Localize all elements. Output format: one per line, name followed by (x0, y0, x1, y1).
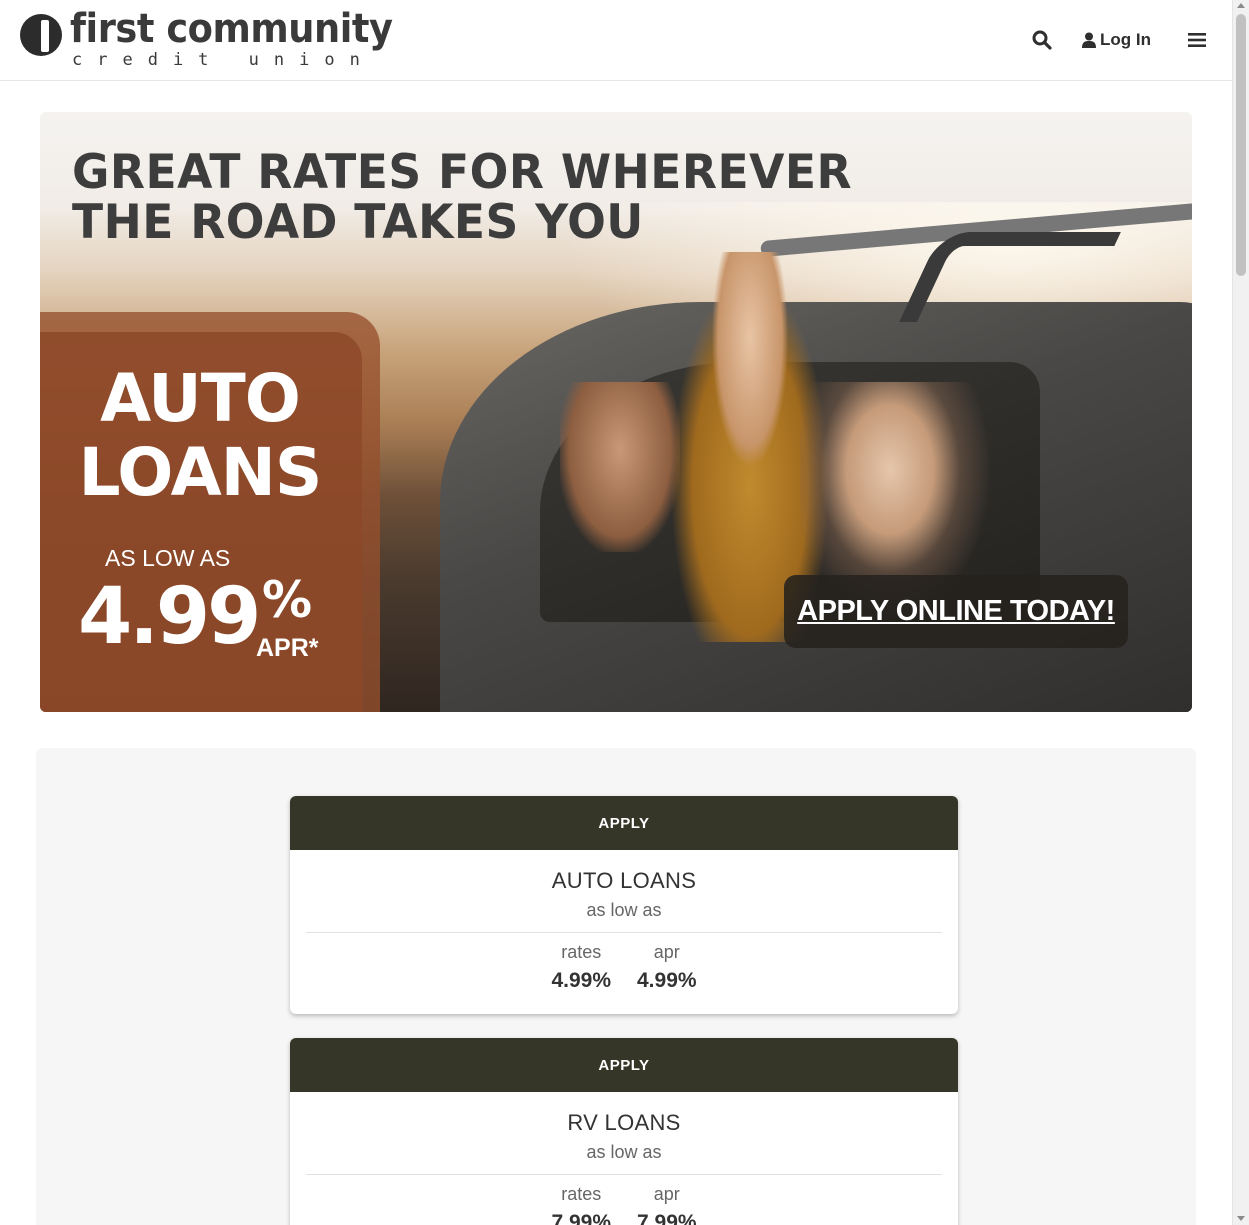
apr-column: apr 7.99% (637, 1184, 697, 1225)
rate-card-subtitle: as low as (586, 1142, 662, 1162)
login-button[interactable]: Log In (1082, 26, 1151, 54)
promo-title-line2: LOANS (78, 434, 323, 511)
search-button[interactable] (1032, 26, 1056, 54)
page-scrollbar[interactable] (1232, 0, 1249, 1225)
rate-card-divider (306, 932, 942, 933)
hero-headline-line1: GREAT RATES FOR WHEREVER (72, 145, 853, 200)
scroll-up-arrow-icon[interactable] (1237, 3, 1245, 8)
rate-card-values: rates 7.99% apr 7.99% (290, 1184, 958, 1225)
apply-button-label: APPLY (598, 814, 650, 832)
apr-label: apr (653, 942, 680, 962)
page: first community credit union Log In GREA… (0, 0, 1249, 1225)
hamburger-menu-icon (1188, 33, 1206, 47)
menu-button[interactable] (1188, 26, 1210, 54)
rate-card-title: RV LOANS (567, 1110, 681, 1135)
promo-title: AUTO LOANS (40, 362, 360, 510)
user-icon (1082, 32, 1096, 48)
scrollbar-thumb[interactable] (1236, 14, 1246, 276)
rate-card-values: rates 4.99% apr 4.99% (290, 942, 958, 993)
scroll-down-arrow-icon[interactable] (1237, 1216, 1245, 1221)
rate-card-divider (306, 1174, 942, 1175)
rates-column: rates 4.99% (551, 942, 611, 993)
apply-online-label: APPLY ONLINE TODAY! (797, 595, 1115, 627)
apply-button-rv-loans[interactable]: APPLY (290, 1038, 958, 1092)
search-icon (1032, 30, 1052, 50)
apr-value: 4.99% (637, 969, 697, 992)
hero-headline: GREAT RATES FOR WHEREVER THE ROAD TAKES … (72, 148, 852, 248)
promo-percent-sign: % (262, 571, 313, 629)
login-label: Log In (1100, 30, 1151, 49)
rate-card-title: AUTO LOANS (551, 868, 697, 893)
logo-name: first community (70, 6, 393, 52)
logo-mark-icon (20, 14, 62, 56)
promo-rate-value: 4.99 (78, 572, 261, 662)
apr-label: apr (653, 1184, 680, 1204)
rate-card-rv-loans: APPLY RV LOANS as low as rates 7.99% apr… (290, 1038, 958, 1225)
rates-label: rates (561, 942, 602, 962)
hero-headline-line2: THE ROAD TAKES YOU (72, 195, 644, 250)
promo-apr-label: APR* (256, 634, 319, 662)
rates-label: rates (561, 1184, 602, 1204)
rate-card-auto-loans: APPLY AUTO LOANS as low as rates 4.99% a… (290, 796, 958, 1014)
rates-value: 4.99% (551, 969, 611, 992)
apr-column: apr 4.99% (637, 942, 697, 993)
apr-value: 7.99% (637, 1211, 697, 1225)
rates-column: rates 7.99% (551, 1184, 611, 1225)
apply-online-button[interactable]: APPLY ONLINE TODAY! (784, 575, 1128, 648)
apply-button-auto-loans[interactable]: APPLY (290, 796, 958, 850)
promo-as-low-as: AS LOW AS (105, 545, 231, 571)
promo-title-line1: AUTO (100, 360, 301, 437)
rates-value: 7.99% (551, 1211, 611, 1225)
rates-section: APPLY AUTO LOANS as low as rates 4.99% a… (36, 748, 1196, 1225)
rate-card-subtitle: as low as (586, 900, 662, 920)
site-header: first community credit union Log In (0, 0, 1232, 81)
hero-banner: GREAT RATES FOR WHEREVER THE ROAD TAKES … (40, 112, 1192, 712)
site-logo[interactable]: first community credit union (18, 6, 418, 72)
logo-tagline: credit union (72, 50, 375, 70)
apply-button-label: APPLY (598, 1056, 650, 1074)
